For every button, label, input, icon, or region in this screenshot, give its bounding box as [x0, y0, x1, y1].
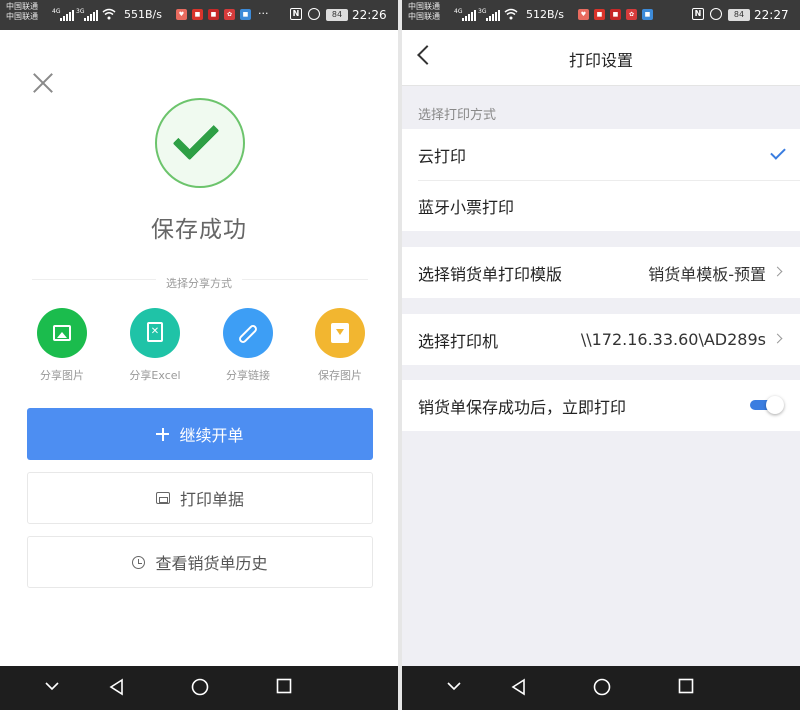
- select-printer-row[interactable]: 选择打印机 \\172.16.33.60\AD289s: [402, 314, 800, 365]
- printer-icon: [155, 492, 170, 504]
- nav-down-icon[interactable]: [44, 678, 60, 694]
- app-notification-icon: ✿: [224, 9, 235, 20]
- app-notification-icon: ■: [192, 9, 203, 20]
- chevron-right-icon: [772, 333, 783, 344]
- method-cloud-label: 云打印: [418, 146, 467, 166]
- share-image-label: 分享图片: [40, 369, 84, 382]
- clock-time: 22:26: [352, 8, 387, 22]
- method-bluetooth-print[interactable]: 蓝牙小票打印: [418, 180, 800, 231]
- app-notification-icon: ✿: [626, 9, 637, 20]
- app-notification-icon: ■: [594, 9, 605, 20]
- check-icon: [770, 144, 786, 160]
- chevron-right-icon: [772, 266, 783, 277]
- success-badge: [155, 98, 245, 188]
- system-nav-bar: [0, 666, 398, 710]
- print-method-section-label: 选择打印方式: [418, 108, 497, 123]
- excel-icon: ✕: [130, 308, 180, 358]
- nav-back-icon[interactable]: [108, 678, 126, 696]
- carrier-labels: 中国联通 中国联通: [408, 2, 440, 22]
- template-label: 选择销货单打印模版: [418, 264, 563, 284]
- auto-print-group: 销货单保存成功后，立即打印: [402, 380, 800, 431]
- signal-icon: [84, 9, 98, 21]
- save-success-screen: 中国联通 中国联通 4G 3G 551B/s ♥ ■ ■ ✿ ■ ··· N 8…: [0, 0, 398, 710]
- alarm-icon: [308, 8, 320, 20]
- more-dots-icon: ···: [258, 7, 269, 20]
- signal-icon: [462, 9, 476, 21]
- view-history-button[interactable]: 查看销货单历史: [27, 536, 373, 588]
- nav-recents-icon[interactable]: [678, 678, 694, 694]
- share-excel-button[interactable]: ✕ 分享Excel: [115, 308, 195, 383]
- method-cloud-print[interactable]: 云打印: [402, 129, 800, 180]
- wifi-icon: [102, 8, 116, 20]
- nfc-icon: N: [692, 8, 704, 20]
- nfc-icon: N: [290, 8, 302, 20]
- print-settings-screen: 中国联通 中国联通 4G 3G 512B/s ♥ ■ ■ ✿ ■ N 84 22…: [402, 0, 800, 710]
- top-app-bar: 打印设置: [402, 30, 800, 86]
- download-icon: [315, 308, 365, 358]
- method-bluetooth-label: 蓝牙小票打印: [418, 198, 515, 217]
- continue-order-label: 继续开单: [179, 426, 244, 445]
- nav-home-icon[interactable]: [191, 678, 209, 696]
- signal-icon: [486, 9, 500, 21]
- auto-print-toggle[interactable]: [750, 396, 784, 414]
- image-icon: [37, 308, 87, 358]
- share-image-button[interactable]: 分享图片: [22, 308, 102, 383]
- wifi-icon: [504, 8, 518, 20]
- alarm-icon: [710, 8, 722, 20]
- screenshot-pair: 中国联通 中国联通 4G 3G 551B/s ♥ ■ ■ ✿ ■ ··· N 8…: [0, 0, 800, 710]
- plus-icon: [156, 427, 170, 441]
- printer-value: \\172.16.33.60\AD289s: [580, 330, 766, 349]
- net-speed: 512B/s: [526, 8, 564, 21]
- app-heart-icon: ♥: [578, 9, 589, 20]
- share-excel-label: 分享Excel: [129, 369, 181, 382]
- save-image-button[interactable]: 保存图片: [300, 308, 380, 383]
- link-icon: [223, 308, 273, 358]
- app-notification-icon: ■: [610, 9, 621, 20]
- continue-order-button[interactable]: 继续开单: [27, 408, 373, 460]
- share-section-label: 选择分享方式: [0, 272, 398, 291]
- auto-print-label: 销货单保存成功后，立即打印: [418, 397, 627, 417]
- success-title: 保存成功: [151, 217, 247, 243]
- printer-label: 选择打印机: [418, 331, 499, 351]
- carrier-labels: 中国联通 中国联通: [6, 2, 38, 22]
- nav-down-icon[interactable]: [446, 678, 462, 694]
- status-bar: 中国联通 中国联通 4G 3G 551B/s ♥ ■ ■ ✿ ■ ··· N 8…: [0, 0, 398, 30]
- save-image-label: 保存图片: [318, 369, 362, 382]
- app-notification-icon: ■: [208, 9, 219, 20]
- share-label-text: 选择分享方式: [156, 275, 242, 291]
- carrier-1: 中国联通: [6, 2, 38, 11]
- view-history-label: 查看销货单历史: [155, 554, 268, 573]
- app-notification-icon: ■: [642, 9, 653, 20]
- battery-icon: 84: [728, 9, 750, 21]
- app-heart-icon: ♥: [176, 9, 187, 20]
- share-link-label: 分享链接: [226, 369, 270, 382]
- auto-print-row: 销货单保存成功后，立即打印: [402, 380, 800, 431]
- print-receipt-label: 打印单据: [179, 490, 244, 509]
- carrier-1: 中国联通: [408, 2, 440, 11]
- status-bar: 中国联通 中国联通 4G 3G 512B/s ♥ ■ ■ ✿ ■ N 84 22…: [402, 0, 800, 30]
- page-title: 打印设置: [568, 51, 633, 70]
- print-receipt-button[interactable]: 打印单据: [27, 472, 373, 524]
- system-nav-bar: [402, 666, 800, 710]
- print-method-group: 云打印 蓝牙小票打印: [402, 129, 800, 231]
- nav-back-icon[interactable]: [510, 678, 528, 696]
- signal-icon: [60, 9, 74, 21]
- battery-icon: 84: [326, 9, 348, 21]
- template-value: 销货单模板-预置: [648, 264, 766, 284]
- net-speed: 551B/s: [124, 8, 162, 21]
- clock-icon: [132, 555, 146, 569]
- template-group: 选择销货单打印模版 销货单模板-预置: [402, 247, 800, 298]
- share-link-button[interactable]: 分享链接: [208, 308, 288, 383]
- nav-recents-icon[interactable]: [276, 678, 292, 694]
- checkmark-icon: [172, 113, 220, 161]
- select-template-row[interactable]: 选择销货单打印模版 销货单模板-预置: [402, 247, 800, 298]
- close-icon[interactable]: [32, 72, 54, 94]
- app-notification-icon: ■: [240, 9, 251, 20]
- nav-home-icon[interactable]: [593, 678, 611, 696]
- printer-group: 选择打印机 \\172.16.33.60\AD289s: [402, 314, 800, 365]
- clock-time: 22:27: [754, 8, 789, 22]
- carrier-2: 中国联通: [408, 12, 440, 21]
- carrier-2: 中国联通: [6, 12, 38, 21]
